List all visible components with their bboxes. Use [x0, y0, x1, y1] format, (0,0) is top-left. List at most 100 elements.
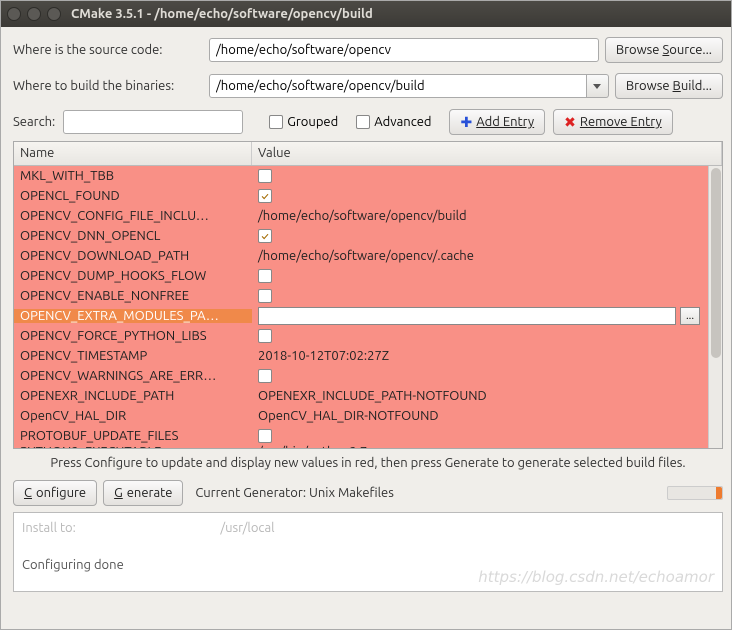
checkbox-icon[interactable] — [258, 429, 272, 443]
source-path-input[interactable] — [209, 38, 599, 62]
table-row[interactable]: OPENCV_FORCE_PYTHON_LIBS — [14, 326, 722, 346]
cache-name[interactable]: OPENCV_DOWNLOAD_PATH — [14, 249, 252, 263]
source-code-row: Where is the source code: Browse Source.… — [13, 37, 723, 63]
cache-name[interactable]: MKL_WITH_TBB — [14, 169, 252, 183]
cmake-gui-window: CMake 3.5.1 - /home/echo/software/opencv… — [0, 0, 732, 630]
checkbox-icon[interactable] — [258, 269, 272, 283]
cache-value[interactable]: /usr/bin/python2.7 — [252, 445, 722, 448]
chevron-down-icon — [593, 84, 601, 89]
path-input[interactable] — [258, 307, 676, 325]
cache-name[interactable]: OPENCV_DUMP_HOOKS_FLOW — [14, 269, 252, 283]
grouped-label: Grouped — [287, 115, 338, 129]
cache-name[interactable]: OPENEXR_INCLUDE_PATH — [14, 389, 252, 403]
cache-table: Name Value MKL_WITH_TBB OPENCL_FOUND OPENC… — [13, 141, 723, 449]
search-row: Search: Grouped Advanced ✚Add Entry ✖Rem… — [13, 109, 723, 135]
plus-icon: ✚ — [460, 114, 472, 131]
table-row[interactable]: OPENCV_ENABLE_NONFREE — [14, 286, 722, 306]
browse-build-button[interactable]: Browse Build... — [615, 73, 723, 99]
x-icon: ✖ — [564, 114, 576, 131]
cache-name[interactable]: OPENCV_FORCE_PYTHON_LIBS — [14, 329, 252, 343]
cache-value[interactable] — [252, 429, 722, 443]
cache-value[interactable] — [252, 329, 722, 343]
column-name[interactable]: Name — [14, 142, 252, 165]
grouped-checkbox[interactable]: Grouped — [269, 115, 338, 129]
checkbox-icon[interactable] — [258, 189, 272, 203]
cache-value[interactable] — [252, 369, 722, 383]
titlebar[interactable]: CMake 3.5.1 - /home/echo/software/opencv… — [1, 1, 731, 27]
cache-name[interactable]: OPENCV_CONFIG_FILE_INCLU… — [14, 209, 252, 223]
info-text: Press Configure to update and display ne… — [13, 449, 723, 480]
advanced-label: Advanced — [374, 115, 431, 129]
browse-path-button[interactable]: ... — [680, 307, 700, 325]
cache-name[interactable]: OPENCV_WARNINGS_ARE_ERR… — [14, 369, 252, 383]
search-label: Search: — [13, 115, 55, 129]
checkbox-icon[interactable] — [258, 289, 272, 303]
log-output[interactable]: Install to: /usr/local Configuring done … — [13, 512, 723, 592]
minimize-window-icon[interactable] — [27, 7, 41, 21]
progress-bar — [667, 486, 723, 500]
remove-entry-button[interactable]: ✖Remove Entry — [553, 109, 673, 135]
close-window-icon[interactable] — [7, 7, 21, 21]
cache-value[interactable]: /home/echo/software/opencv/build — [252, 209, 722, 223]
build-path-input[interactable] — [209, 74, 587, 98]
checkbox-icon[interactable] — [258, 369, 272, 383]
table-row[interactable]: OPENCV_CONFIG_FILE_INCLU…/home/echo/soft… — [14, 206, 722, 226]
scroll-thumb[interactable] — [711, 168, 721, 358]
window-title: CMake 3.5.1 - /home/echo/software/opencv… — [71, 7, 373, 21]
table-row[interactable]: OPENCV_DUMP_HOOKS_FLOW — [14, 266, 722, 286]
cache-value[interactable] — [252, 229, 722, 243]
table-header: Name Value — [14, 142, 722, 166]
cache-name[interactable]: OpenCV_HAL_DIR — [14, 409, 252, 423]
configure-button[interactable]: Configure — [13, 480, 97, 506]
cache-value[interactable] — [252, 169, 722, 183]
build-label: Where to build the binaries: — [13, 79, 203, 93]
table-row[interactable]: MKL_WITH_TBB — [14, 166, 722, 186]
cache-name[interactable]: OPENCV_TIMESTAMP — [14, 349, 252, 363]
table-row[interactable]: PYTHON2_EXECUTABLE/usr/bin/python2.7 — [14, 446, 722, 448]
table-row[interactable]: PROTOBUF_UPDATE_FILES — [14, 426, 722, 446]
generator-label: Current Generator: Unix Makefiles — [195, 486, 393, 500]
scrollbar[interactable] — [708, 166, 722, 448]
checkbox-icon[interactable] — [258, 229, 272, 243]
action-row: Configure Generate Current Generator: Un… — [13, 480, 723, 512]
browse-source-button[interactable]: Browse Source... — [605, 37, 723, 63]
table-body: MKL_WITH_TBB OPENCL_FOUND OPENCV_CONFIG_FI… — [14, 166, 722, 448]
table-row[interactable]: OPENEXR_INCLUDE_PATHOPENEXR_INCLUDE_PATH… — [14, 386, 722, 406]
checkbox-icon — [356, 115, 370, 129]
advanced-checkbox[interactable]: Advanced — [356, 115, 431, 129]
cache-value[interactable] — [252, 189, 722, 203]
cache-name[interactable]: OPENCV_EXTRA_MODULES_PA… — [14, 309, 252, 323]
table-row[interactable]: OpenCV_HAL_DIROpenCV_HAL_DIR-NOTFOUND — [14, 406, 722, 426]
cache-value[interactable]: OpenCV_HAL_DIR-NOTFOUND — [252, 409, 722, 423]
table-row[interactable]: OPENCV_DOWNLOAD_PATH/home/echo/software/… — [14, 246, 722, 266]
table-row[interactable]: OPENCV_DNN_OPENCL — [14, 226, 722, 246]
cache-value[interactable]: 2018-10-12T07:02:27Z — [252, 349, 722, 363]
table-row[interactable]: OPENCV_WARNINGS_ARE_ERR… — [14, 366, 722, 386]
checkbox-icon[interactable] — [258, 169, 272, 183]
cache-name[interactable]: PYTHON2_EXECUTABLE — [14, 445, 252, 448]
build-path-dropdown[interactable] — [587, 74, 609, 98]
checkbox-icon — [269, 115, 283, 129]
add-entry-button[interactable]: ✚Add Entry — [449, 109, 545, 135]
table-row[interactable]: OPENCV_TIMESTAMP2018-10-12T07:02:27Z — [14, 346, 722, 366]
cache-name[interactable]: OPENCL_FOUND — [14, 189, 252, 203]
table-row[interactable]: OPENCL_FOUND — [14, 186, 722, 206]
cache-value[interactable]: /home/echo/software/opencv/.cache — [252, 249, 722, 263]
source-label: Where is the source code: — [13, 43, 203, 57]
cache-name[interactable]: OPENCV_DNN_OPENCL — [14, 229, 252, 243]
column-value[interactable]: Value — [252, 142, 722, 165]
progress-fill — [716, 487, 722, 499]
maximize-window-icon[interactable] — [47, 7, 61, 21]
table-row[interactable]: OPENCV_EXTRA_MODULES_PA…... — [14, 306, 722, 326]
build-dir-row: Where to build the binaries: Browse Buil… — [13, 73, 723, 99]
generate-button[interactable]: Generate — [103, 480, 183, 506]
cache-value[interactable]: ... — [252, 307, 722, 325]
cache-value[interactable]: OPENEXR_INCLUDE_PATH-NOTFOUND — [252, 389, 722, 403]
cache-name[interactable]: OPENCV_ENABLE_NONFREE — [14, 289, 252, 303]
cache-value[interactable] — [252, 269, 722, 283]
cache-name[interactable]: PROTOBUF_UPDATE_FILES — [14, 429, 252, 443]
watermark: https://blog.csdn.net/echoamor — [478, 566, 714, 589]
search-input[interactable] — [63, 110, 243, 134]
checkbox-icon[interactable] — [258, 329, 272, 343]
cache-value[interactable] — [252, 289, 722, 303]
